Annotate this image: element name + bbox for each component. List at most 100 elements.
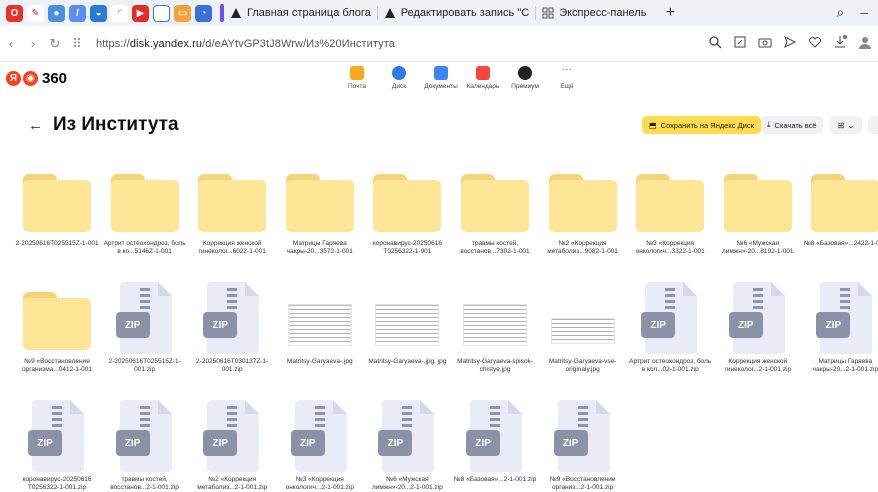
tab-label: Экспресс-панель <box>559 7 647 19</box>
premium-icon <box>518 66 532 80</box>
item-thumbnail: ZIP <box>372 396 442 472</box>
forward-icon[interactable]: › <box>22 33 44 55</box>
file-item[interactable]: Matritsy-Garyaeva-vse-originaly.jpg <box>542 278 624 374</box>
service-disk[interactable]: Диск <box>378 66 420 90</box>
zip-badge: ZIP <box>115 430 150 456</box>
url-field[interactable]: https://disk.yandex.ru/d/eAYtvGP3tJ8Wrw/… <box>96 38 395 50</box>
back-icon[interactable]: ‹ <box>0 33 22 55</box>
item-name: №8 «Базовая»...2-1-001.zip <box>453 476 537 483</box>
folder-item[interactable]: коронавирус-20250616 T0256322-1-001 <box>366 160 448 256</box>
folder-item[interactable]: №3 «Коррекция онкологич...3322-1-001 <box>629 160 711 256</box>
folder-item[interactable]: Матрицы Гаряева чакры-20...3572-1-001 <box>279 160 361 256</box>
calendar-icon <box>476 66 490 80</box>
new-tab-button[interactable]: + <box>660 3 680 23</box>
file-item[interactable]: ZIP коронавирус-20250616 T0256322-1-001.z… <box>16 396 98 492</box>
folder-icon <box>811 174 878 232</box>
logo-letter: Я <box>6 71 21 86</box>
tab-label: Главная страница блога <box>247 7 371 19</box>
pinned-tab-icon[interactable]: ◔ <box>195 4 212 22</box>
file-item[interactable]: ZIP травмы костей, восстанов...2-1-001.zi… <box>104 396 186 492</box>
item-name: №8 «Базовая»...2422-1-001 <box>803 240 878 247</box>
zoom-icon[interactable] <box>708 35 722 49</box>
pinned-tab-icon[interactable]: / <box>69 4 86 22</box>
service-calendar[interactable]: Календарь <box>462 66 504 90</box>
tab-blog-home[interactable]: Главная страница блога <box>224 2 377 24</box>
file-item[interactable]: ZIP №3 «Коррекция онкологич...2-1-001.zip <box>279 396 361 492</box>
file-item[interactable]: Matritsy-Garyaeva-.jpg. jpg <box>366 278 448 366</box>
file-item[interactable]: ZIP №9 «Восстановление организ...2-1-001.… <box>542 396 624 492</box>
download-all-button[interactable]: ⤓ Скачать всё <box>761 116 823 134</box>
folder-item[interactable]: травмы костей, восстанов...7302-1-001 <box>454 160 536 256</box>
heart-icon[interactable] <box>808 35 822 49</box>
pinned-tab-icon[interactable]: ◜ <box>111 4 128 22</box>
download-icon[interactable] <box>833 35 847 49</box>
service-mail[interactable]: Почта <box>336 66 378 90</box>
pinned-tab-icon[interactable]: ● <box>48 4 65 22</box>
opera-icon[interactable]: O <box>6 4 23 22</box>
pinned-tab-disk-icon[interactable]: ◒ <box>90 4 107 22</box>
minimize-icon[interactable]: – <box>860 4 868 21</box>
file-item[interactable]: ZIP 2-20250616T025515Z-1-001.zip <box>104 278 186 374</box>
item-thumbnail <box>372 160 442 236</box>
item-thumbnail: ZIP <box>548 396 618 472</box>
folder-item[interactable]: Коррекция женской гинеколог...6022-1-001 <box>191 160 273 256</box>
folder-icon <box>110 174 179 232</box>
folder-icon[interactable] <box>153 4 170 22</box>
yandex-360-logo[interactable]: Я ◉ 360 <box>6 70 67 87</box>
save-to-disk-button[interactable]: ⬒ Сохранить на Яндекс Диск <box>642 116 761 134</box>
folder-item[interactable]: 2-20250616T025515Z-1-001 <box>15 160 99 248</box>
wordpress-icon <box>384 8 395 18</box>
folder-icon <box>373 174 442 232</box>
profile-icon[interactable] <box>858 35 872 49</box>
file-item[interactable]: ZIP Коррекция женской гинеколог...2-1-001… <box>717 278 799 374</box>
folder-icon <box>461 174 529 232</box>
zip-badge: ZIP <box>378 430 413 456</box>
file-item[interactable]: Matritsy-Garyaeva-.jpg <box>279 278 361 366</box>
item-name: коронавирус-20250616 T0256322-1-001 <box>372 240 442 255</box>
folder-item[interactable]: №8 «Базовая»...2422-1-001 <box>804 160 878 248</box>
file-item[interactable]: ZIP №6 «Мужская лимжн»-20...2-1-001.zip <box>366 396 448 492</box>
camera-icon[interactable] <box>758 35 772 49</box>
file-item[interactable]: Matritsy-Garyaeva-spisok-chistye.jpg <box>454 278 536 374</box>
send-icon[interactable] <box>783 35 797 49</box>
folder-item[interactable]: №6 «Мужская лимжн»-20...8192-1-001 <box>717 160 799 256</box>
file-item[interactable]: ZIP Матрицы Гаряева чакры-20...2-1-001.zi… <box>804 278 878 374</box>
apps-icon[interactable]: ⠿ <box>66 33 88 55</box>
folder-icon <box>23 292 91 350</box>
view-mode-button[interactable]: ⊞ ⌄ <box>830 116 862 134</box>
item-thumbnail: ZIP <box>110 278 180 354</box>
service-more[interactable]: ··· Ещё <box>546 64 588 91</box>
item-thumbnail: ZIP <box>110 396 180 472</box>
folder-item[interactable]: №9 «Восстановление организма...0412-1-00… <box>16 278 98 374</box>
file-item[interactable]: ZIP Артрит остеохондроз, боль в кол...02-… <box>629 278 711 374</box>
file-item[interactable]: ZIP 2-20250616T030137Z-1-001.zip <box>191 278 273 374</box>
zip-file-icon: ZIP <box>378 400 436 472</box>
file-item[interactable]: ZIP №8 «Базовая»...2-1-001.zip <box>454 396 536 484</box>
youtube-icon[interactable]: ▶ <box>132 4 149 22</box>
url-path: /d/eAYtvGP3tJ8Wrw/Из%20Института <box>202 37 395 50</box>
back-arrow-icon[interactable]: ← <box>28 117 43 134</box>
item-name: Артрит остеохондроз, боль в ко...5146Z-1… <box>103 240 186 255</box>
item-name: травмы костей, восстанов...2-1-001.zip <box>110 476 179 491</box>
more-dots-icon: ··· <box>562 64 572 75</box>
folder-item[interactable]: Артрит остеохондроз, боль в ко...5146Z-1… <box>104 160 186 256</box>
tab-speed-dial[interactable]: Экспресс-панель <box>536 2 652 24</box>
zip-file-icon: ZIP <box>115 400 174 472</box>
more-button[interactable] <box>868 116 878 134</box>
chat-icon[interactable]: ▭ <box>174 4 191 22</box>
folder-icon <box>23 174 91 232</box>
search-icon[interactable]: ⌕ <box>836 4 844 21</box>
item-name: Коррекция женской гинеколог...2-1-001.zi… <box>724 358 792 373</box>
pinned-tab-icon[interactable]: ✎ <box>27 4 44 22</box>
folder-icon <box>548 174 617 232</box>
edit-icon[interactable] <box>733 35 747 49</box>
zip-badge: ZIP <box>203 312 238 338</box>
tab-edit-post[interactable]: Редактировать запись "С <box>378 2 535 24</box>
zip-badge: ZIP <box>641 312 676 338</box>
file-item[interactable]: ZIP №2 «Коррекция метаболиз...2-1-001.zip <box>191 396 273 492</box>
folder-item[interactable]: №2 «Коррекция метаболиз...9082-1-001 <box>542 160 624 256</box>
item-thumbnail <box>110 160 180 236</box>
service-premium[interactable]: Премиум <box>504 66 546 90</box>
reload-icon[interactable]: ↻ <box>44 33 66 55</box>
service-documents[interactable]: Документы <box>420 66 462 90</box>
